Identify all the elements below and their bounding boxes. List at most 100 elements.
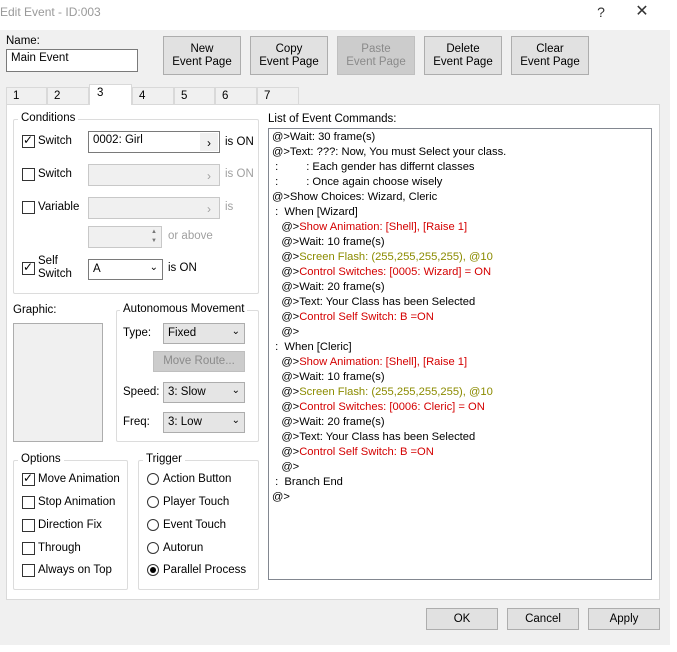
paste-event-page-button[interactable]: Paste Event Page bbox=[337, 36, 415, 75]
command-prefix: @> bbox=[272, 356, 300, 368]
apply-button[interactable]: Apply bbox=[588, 608, 660, 630]
command-line[interactable]: @>Control Self Switch: B =ON bbox=[272, 445, 651, 460]
through-checkbox[interactable] bbox=[22, 542, 35, 555]
command-line[interactable]: : When [Cleric] bbox=[272, 340, 651, 355]
command-text: Wait: 20 frame(s) bbox=[299, 416, 385, 428]
command-line[interactable]: @>Text: Your Class has been Selected bbox=[272, 430, 651, 445]
command-line[interactable]: @>Screen Flash: (255,255,255,255), @10 bbox=[272, 250, 651, 265]
switch1-suffix: is ON bbox=[225, 136, 254, 148]
command-line[interactable]: @>Control Switches: [0005: Wizard] = ON bbox=[272, 265, 651, 280]
type-label: Type: bbox=[123, 327, 152, 339]
parallel-process-radio[interactable] bbox=[147, 564, 159, 576]
command-text: Wait: 10 frame(s) bbox=[299, 236, 385, 248]
close-icon[interactable]: ✕ bbox=[627, 1, 657, 23]
command-line[interactable]: @>Control Switches: [0006: Cleric] = ON bbox=[272, 400, 651, 415]
command-line[interactable]: : Branch End bbox=[272, 475, 651, 490]
command-line[interactable]: @>Show Animation: [Shell], [Raise 1] bbox=[272, 355, 651, 370]
command-line[interactable]: @> bbox=[272, 490, 651, 505]
tab-1[interactable]: 1 bbox=[6, 87, 47, 104]
variable-field[interactable]: › bbox=[88, 197, 220, 219]
chevron-right-icon[interactable]: › bbox=[200, 133, 218, 151]
command-line[interactable]: @>Text: Your Class has been Selected bbox=[272, 295, 651, 310]
autonomous-movement-title: Autonomous Movement bbox=[120, 303, 248, 315]
command-line[interactable]: @>Wait: 20 frame(s) bbox=[272, 280, 651, 295]
speed-select[interactable]: 3: Slow ⌄ bbox=[163, 382, 245, 403]
player-touch-radio[interactable] bbox=[147, 496, 159, 508]
direction-fix-checkbox[interactable] bbox=[22, 519, 35, 532]
switch2-checkbox[interactable] bbox=[22, 168, 35, 181]
command-prefix: @> bbox=[272, 431, 300, 443]
command-line[interactable]: @>Wait: 10 frame(s) bbox=[272, 235, 651, 250]
self-switch-checkbox[interactable] bbox=[22, 260, 35, 275]
always-on-top-checkbox[interactable] bbox=[22, 564, 35, 577]
command-prefix: @> bbox=[272, 371, 300, 383]
command-prefix: : bbox=[272, 476, 282, 488]
event-touch-radio[interactable] bbox=[147, 519, 159, 531]
autorun-radio[interactable] bbox=[147, 542, 159, 554]
command-prefix: @> bbox=[272, 401, 300, 413]
command-line[interactable]: @>Show Choices: Wizard, Cleric bbox=[272, 190, 651, 205]
tab-6[interactable]: 6 bbox=[215, 87, 257, 104]
spin-up-icon[interactable]: ▲ bbox=[148, 228, 160, 237]
switch1-field[interactable]: 0002: Girl › bbox=[88, 131, 220, 153]
variable-amount-spinner[interactable]: ▲ ▼ bbox=[88, 226, 162, 248]
button-label-line1: Clear bbox=[536, 42, 564, 55]
tab-5[interactable]: 5 bbox=[174, 87, 215, 104]
switch1-checkbox[interactable] bbox=[22, 133, 35, 148]
command-line[interactable]: @>Wait: 20 frame(s) bbox=[272, 415, 651, 430]
button-label-line1: Paste bbox=[361, 42, 391, 55]
clear-event-page-button[interactable]: Clear Event Page bbox=[511, 36, 589, 75]
spin-down-icon[interactable]: ▼ bbox=[148, 237, 160, 246]
command-line[interactable]: : When [Wizard] bbox=[272, 205, 651, 220]
chevron-right-icon[interactable]: › bbox=[200, 166, 218, 184]
tab-3[interactable]: 3 bbox=[89, 84, 132, 105]
through-label: Through bbox=[38, 542, 81, 554]
ok-label: OK bbox=[453, 612, 471, 625]
tab-2[interactable]: 2 bbox=[47, 87, 89, 104]
action-button-radio[interactable] bbox=[147, 473, 159, 485]
chevron-right-icon[interactable]: › bbox=[200, 199, 218, 217]
command-line[interactable]: : : Each gender has differnt classes bbox=[272, 160, 651, 175]
ok-button[interactable]: OK bbox=[426, 608, 498, 630]
command-line[interactable]: @>Wait: 30 frame(s) bbox=[272, 130, 651, 145]
stop-animation-checkbox[interactable] bbox=[22, 496, 35, 509]
command-line[interactable]: @>Text: ???: Now, You must Select your c… bbox=[272, 145, 651, 160]
command-text: Show Choices: Wizard, Cleric bbox=[289, 191, 438, 203]
command-line[interactable]: : : Once again choose wisely bbox=[272, 175, 651, 190]
copy-event-page-button[interactable]: Copy Event Page bbox=[250, 36, 328, 75]
graphic-preview[interactable] bbox=[13, 323, 103, 442]
command-prefix: @> bbox=[272, 296, 300, 308]
tab-7[interactable]: 7 bbox=[257, 87, 299, 104]
command-line[interactable]: @>Show Animation: [Shell], [Raise 1] bbox=[272, 220, 651, 235]
name-field[interactable]: Main Event bbox=[6, 49, 138, 72]
command-line[interactable]: @> bbox=[272, 460, 651, 475]
tab-4[interactable]: 4 bbox=[132, 87, 174, 104]
commands-title: List of Event Commands: bbox=[268, 113, 397, 125]
title-bar bbox=[0, 0, 677, 30]
command-line[interactable]: @> bbox=[272, 325, 651, 340]
trigger-title: Trigger bbox=[143, 453, 185, 465]
button-label-line2: Event Page bbox=[259, 55, 319, 68]
autorun-label: Autorun bbox=[163, 542, 204, 554]
switch2-field[interactable]: › bbox=[88, 164, 220, 186]
cancel-button[interactable]: Cancel bbox=[507, 608, 579, 630]
move-animation-checkbox[interactable] bbox=[22, 471, 35, 486]
switch2-label: Switch bbox=[38, 168, 72, 180]
event-commands-list[interactable]: @>Wait: 30 frame(s) @>Text: ???: Now, You… bbox=[268, 128, 652, 580]
command-line[interactable]: @>Wait: 10 frame(s) bbox=[272, 370, 651, 385]
command-line[interactable]: @>Screen Flash: (255,255,255,255), @10 bbox=[272, 385, 651, 400]
command-prefix: @> bbox=[272, 386, 300, 398]
self-switch-select[interactable]: A ⌄ bbox=[88, 259, 163, 280]
variable-checkbox[interactable] bbox=[22, 201, 35, 214]
command-line[interactable]: @>Control Self Switch: B =ON bbox=[272, 310, 651, 325]
delete-event-page-button[interactable]: Delete Event Page bbox=[424, 36, 502, 75]
type-select[interactable]: Fixed ⌄ bbox=[163, 323, 245, 344]
help-icon[interactable]: ? bbox=[593, 2, 609, 22]
speed-value: 3: Slow bbox=[168, 386, 206, 398]
freq-select[interactable]: 3: Low ⌄ bbox=[163, 412, 245, 433]
direction-fix-label: Direction Fix bbox=[38, 519, 102, 531]
command-text: Wait: 10 frame(s) bbox=[299, 371, 385, 383]
variable-label: Variable bbox=[38, 201, 80, 213]
move-route-button[interactable]: Move Route... bbox=[153, 351, 245, 372]
new-event-page-button[interactable]: New Event Page bbox=[163, 36, 241, 75]
